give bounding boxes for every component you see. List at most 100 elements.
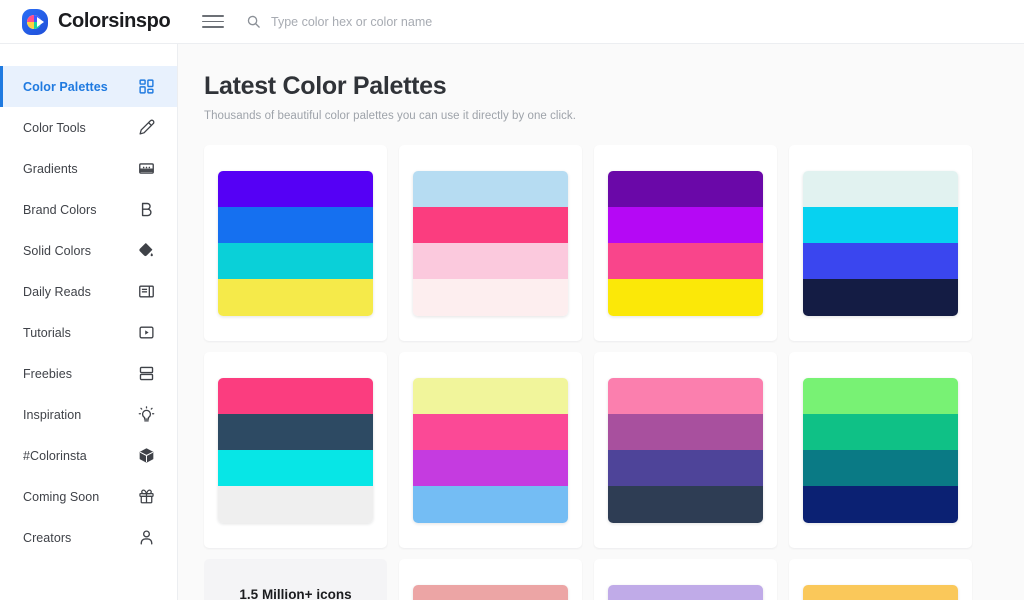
sidebar-item-label: Color Palettes	[23, 79, 108, 94]
sidebar-item-solid-colors[interactable]: Solid Colors	[0, 230, 177, 271]
sidebar-item-label: #Colorinsta	[23, 448, 87, 463]
main-content: Latest Color Palettes Thousands of beaut…	[178, 44, 1024, 600]
gift-icon	[138, 488, 155, 505]
palette-grid: 1.5 Million+ icons right inside your too…	[204, 145, 984, 600]
color-band	[218, 486, 373, 523]
sidebar-item-label: Brand Colors	[23, 202, 97, 217]
sidebar-item-label: Freebies	[23, 366, 73, 381]
eyedropper-icon	[138, 119, 155, 136]
palette-card[interactable]	[204, 145, 387, 341]
promo-ad-line-1: 1.5 Million+ icons	[239, 587, 352, 600]
sidebar-item-label: Tutorials	[23, 325, 71, 340]
color-band	[413, 584, 568, 600]
color-band	[803, 377, 958, 414]
promo-ad-card[interactable]: 1.5 Million+ icons right inside your too…	[204, 559, 387, 600]
color-band	[803, 486, 958, 523]
letter-b-icon	[138, 201, 155, 218]
color-band	[413, 377, 568, 414]
sidebar-item-daily-reads[interactable]: Daily Reads	[0, 271, 177, 312]
sidebar-item-gradients[interactable]: Gradients	[0, 148, 177, 189]
sidebar-item-colorinsta[interactable]: #Colorinsta	[0, 435, 177, 476]
header-tools	[202, 11, 601, 33]
color-band	[803, 450, 958, 487]
search-icon	[247, 15, 260, 28]
color-band	[803, 413, 958, 450]
color-band	[413, 413, 568, 450]
color-band	[803, 279, 958, 316]
color-band	[218, 413, 373, 450]
colorsinspo-logo-icon	[22, 8, 48, 35]
palette-card[interactable]	[399, 352, 582, 548]
palette-swatches	[413, 170, 568, 316]
sidebar-item-color-palettes[interactable]: Color Palettes	[0, 66, 177, 107]
palette-swatches	[413, 584, 568, 600]
palette-card[interactable]	[399, 145, 582, 341]
grid-icon	[138, 78, 155, 95]
page-subtitle: Thousands of beautiful color palettes yo…	[204, 110, 576, 122]
hamburger-icon[interactable]	[202, 11, 224, 33]
search-input[interactable]	[271, 14, 601, 29]
sidebar: Color Palettes Color Tools Gradients Bra…	[0, 44, 178, 600]
gradient-icon	[138, 160, 155, 177]
color-band	[803, 243, 958, 280]
palette-swatches	[608, 170, 763, 316]
paint-bucket-icon	[138, 242, 155, 259]
color-band	[803, 170, 958, 207]
color-band	[608, 486, 763, 523]
color-band	[608, 413, 763, 450]
sidebar-item-color-tools[interactable]: Color Tools	[0, 107, 177, 148]
palette-card[interactable]	[594, 352, 777, 548]
palette-swatches	[803, 584, 958, 600]
book-icon	[138, 283, 155, 300]
sidebar-item-label: Coming Soon	[23, 489, 100, 504]
palette-card[interactable]	[789, 352, 972, 548]
color-band	[803, 206, 958, 243]
sidebar-item-tutorials[interactable]: Tutorials	[0, 312, 177, 353]
color-band	[803, 584, 958, 600]
color-band	[218, 206, 373, 243]
palette-swatches	[803, 170, 958, 316]
palette-card[interactable]	[204, 352, 387, 548]
color-band	[413, 486, 568, 523]
sidebar-item-freebies[interactable]: Freebies	[0, 353, 177, 394]
palette-swatches	[608, 584, 763, 600]
sidebar-item-label: Gradients	[23, 161, 78, 176]
palette-swatches	[218, 377, 373, 523]
sidebar-item-coming-soon[interactable]: Coming Soon	[0, 476, 177, 517]
color-band	[218, 450, 373, 487]
cube-icon	[138, 447, 155, 464]
color-band	[608, 170, 763, 207]
color-band	[608, 243, 763, 280]
color-band	[608, 584, 763, 600]
color-band	[413, 206, 568, 243]
palette-card[interactable]	[789, 559, 972, 600]
color-band	[218, 170, 373, 207]
sidebar-item-inspiration[interactable]: Inspiration	[0, 394, 177, 435]
sidebar-item-label: Creators	[23, 530, 72, 545]
palette-card[interactable]	[594, 559, 777, 600]
color-band	[608, 450, 763, 487]
sidebar-item-label: Color Tools	[23, 120, 86, 135]
color-band	[413, 243, 568, 280]
palette-swatches	[803, 377, 958, 523]
color-band	[413, 279, 568, 316]
color-band	[218, 243, 373, 280]
color-band	[218, 279, 373, 316]
sidebar-item-creators[interactable]: Creators	[0, 517, 177, 558]
color-band	[608, 206, 763, 243]
palette-swatches	[608, 377, 763, 523]
stack-icon	[138, 365, 155, 382]
palette-card[interactable]	[789, 145, 972, 341]
color-band	[413, 170, 568, 207]
palette-swatches	[413, 377, 568, 523]
sidebar-item-label: Solid Colors	[23, 243, 91, 258]
search-bar[interactable]	[246, 14, 601, 29]
palette-card[interactable]	[399, 559, 582, 600]
palette-card[interactable]	[594, 145, 777, 341]
user-icon	[138, 529, 155, 546]
sidebar-item-brand-colors[interactable]: Brand Colors	[0, 189, 177, 230]
color-band	[413, 450, 568, 487]
app-header: Colorsinspo	[0, 0, 1024, 44]
brand-name: Colorsinspo	[58, 10, 171, 32]
brand-logo[interactable]: Colorsinspo	[0, 8, 178, 35]
